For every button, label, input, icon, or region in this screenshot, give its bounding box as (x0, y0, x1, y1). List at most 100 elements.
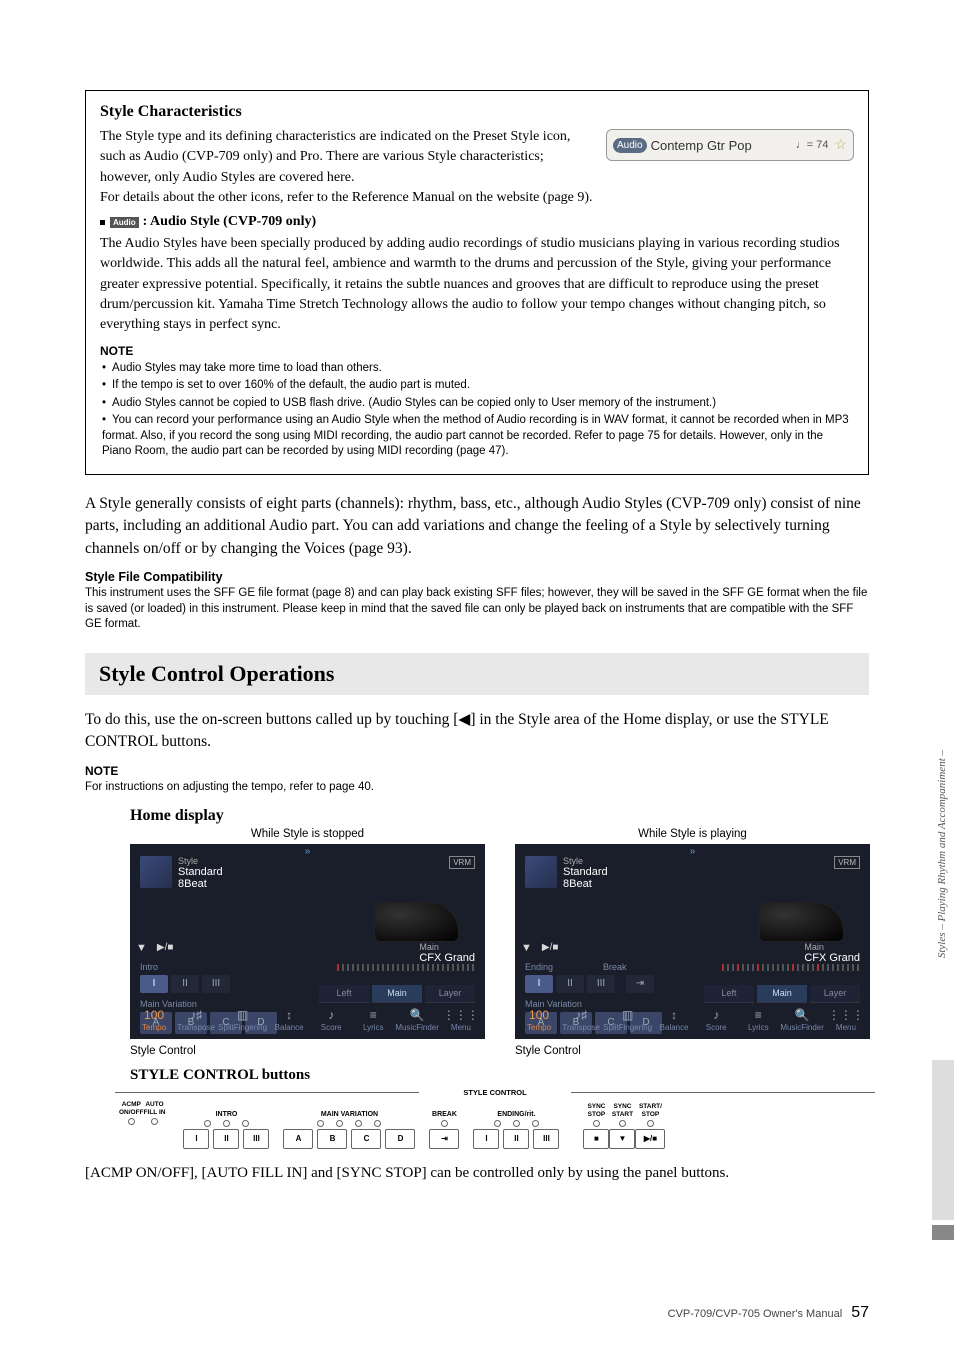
style-characteristics-text-2: For details about the other icons, refer… (100, 188, 854, 208)
start-stop-led-icon (647, 1120, 654, 1127)
tempo-menu-button[interactable]: 100Tempo (519, 1005, 559, 1035)
var-a-panel-button[interactable]: A (283, 1129, 313, 1149)
ending-i-panel-button[interactable]: I (473, 1129, 499, 1149)
page-number: 57 (851, 1304, 869, 1321)
screen-caption-playing: While Style is playing (515, 828, 870, 840)
score-menu-button[interactable]: ♪Score (696, 1005, 736, 1035)
intro-iii-led-icon (242, 1120, 249, 1127)
style-characteristics-heading: Style Characteristics (100, 103, 854, 121)
balance-menu-button[interactable]: ↕Balance (654, 1005, 694, 1035)
piano-icon (374, 902, 459, 942)
auto-fillin-label: AUTO FILL IN (144, 1101, 166, 1116)
acmp-led-icon (128, 1118, 135, 1125)
intro-iii-panel-button[interactable]: III (243, 1129, 269, 1149)
left-part-button[interactable]: Left (319, 985, 369, 1003)
var-d-panel-button[interactable]: D (385, 1129, 415, 1149)
transpose-menu-button[interactable]: ♪♯Transpose (176, 1005, 216, 1035)
music-finder-menu-button[interactable]: 🔍MusicFinder (395, 1005, 439, 1035)
style-control-operations-heading: Style Control Operations (99, 661, 855, 687)
ending-i-button[interactable]: I (525, 975, 553, 993)
note-heading-2: NOTE (85, 764, 869, 778)
sync-start-panel-button[interactable]: ▼ (609, 1129, 635, 1149)
intro-i-led-icon (204, 1120, 211, 1127)
expand-arrow-icon[interactable]: » (305, 846, 311, 857)
style-thumb-icon[interactable] (140, 856, 172, 888)
style-control-intro: To do this, use the on-screen buttons ca… (85, 709, 869, 754)
vrm-badge: VRM (834, 856, 860, 869)
split-fingering-menu-button[interactable]: ▥SplitFingering (218, 1005, 267, 1035)
split-fingering-menu-button[interactable]: ▥SplitFingering (603, 1005, 652, 1035)
lyrics-menu-button[interactable]: ≡Lyrics (738, 1005, 778, 1035)
music-finder-menu-button[interactable]: 🔍MusicFinder (780, 1005, 824, 1035)
vrm-badge: VRM (449, 856, 475, 869)
tempo-menu-button[interactable]: 100Tempo (134, 1005, 174, 1035)
ending-iii-button[interactable]: III (587, 975, 615, 993)
intro-i-button[interactable]: I (140, 975, 168, 993)
menu-button[interactable]: ⋮⋮⋮Menu (826, 1005, 866, 1035)
menu-button[interactable]: ⋮⋮⋮Menu (441, 1005, 481, 1035)
intro-ii-panel-button[interactable]: II (213, 1129, 239, 1149)
style-thumb-icon[interactable] (525, 856, 557, 888)
main-voice-area[interactable]: Main CFX Grand (374, 899, 475, 964)
break-panel-button[interactable]: ⇥ (429, 1129, 459, 1149)
page-footer: CVP-709/CVP-705 Owner's Manual 57 (668, 1304, 869, 1322)
intro-ii-button[interactable]: II (171, 975, 199, 993)
audio-style-description: The Audio Styles have been specially pro… (100, 234, 854, 335)
style-control-caption: Style Control (130, 1045, 485, 1057)
sync-stop-panel-button[interactable]: ■ (583, 1129, 609, 1149)
break-button[interactable]: ⇥ (626, 975, 654, 993)
ending-ii-panel-button[interactable]: II (503, 1129, 529, 1149)
note-item: You can record your performance using an… (102, 413, 854, 460)
lyrics-menu-button[interactable]: ≡Lyrics (353, 1005, 393, 1035)
var-c-panel-button[interactable]: C (351, 1129, 381, 1149)
intro-group-label: INTRO (216, 1111, 238, 1118)
auto-fillin-led-icon (151, 1118, 158, 1125)
expand-arrow-icon[interactable]: » (690, 846, 696, 857)
intro-iii-button[interactable]: III (202, 975, 230, 993)
ending-iii-panel-button[interactable]: III (533, 1129, 559, 1149)
panel-only-note: [ACMP ON/OFF], [AUTO FILL IN] and [SYNC … (85, 1165, 869, 1182)
score-menu-button[interactable]: ♪Score (311, 1005, 351, 1035)
main-part-button[interactable]: Main (757, 985, 807, 1003)
panel-title: STYLE CONTROL (459, 1088, 530, 1097)
main-part-button[interactable]: Main (372, 985, 422, 1003)
sync-stop-icon[interactable]: ▼ (136, 942, 147, 954)
bullet-icon (100, 220, 105, 225)
start-stop-icon[interactable]: ▶/■ (157, 942, 174, 954)
intro-i-panel-button[interactable]: I (183, 1129, 209, 1149)
style-characteristics-box: Style Characteristics Audio Contemp Gtr … (85, 90, 869, 475)
layer-part-button[interactable]: Layer (425, 985, 475, 1003)
left-part-button[interactable]: Left (704, 985, 754, 1003)
break-led-icon (441, 1120, 448, 1127)
note-item: Audio Styles may take more time to load … (102, 361, 854, 377)
ending-group-label: ENDING/rit. (497, 1111, 535, 1118)
preset-style-icon-example: Audio Contemp Gtr Pop ♩= 74 ☆ (606, 129, 854, 161)
sync-stop-label: SYNC STOP (587, 1103, 605, 1118)
screen-caption-stopped: While Style is stopped (130, 828, 485, 840)
ending-ii-button[interactable]: II (556, 975, 584, 993)
section-heading-bar: Style Control Operations (85, 653, 869, 695)
var-d-led-icon (374, 1120, 381, 1127)
main-variation-group-label: MAIN VARIATION (321, 1111, 378, 1118)
var-b-led-icon (336, 1120, 343, 1127)
home-display-stopped: » Style Standard 8Beat VRM Main (130, 844, 485, 1039)
home-display-playing: » Style Standard 8Beat VRM Main (515, 844, 870, 1039)
sync-start-label: SYNC START (612, 1103, 633, 1118)
transpose-menu-button[interactable]: ♪♯Transpose (561, 1005, 601, 1035)
audio-badge-icon: Audio (613, 138, 647, 153)
balance-menu-button[interactable]: ↕Balance (269, 1005, 309, 1035)
layer-part-button[interactable]: Layer (810, 985, 860, 1003)
ending-ii-led-icon (513, 1120, 520, 1127)
audio-mini-badge-icon: Audio (110, 217, 139, 228)
sync-stop-icon[interactable]: ▼ (521, 942, 532, 954)
start-stop-icon[interactable]: ▶/■ (542, 942, 559, 954)
var-b-panel-button[interactable]: B (317, 1129, 347, 1149)
sync-start-led-icon (619, 1120, 626, 1127)
favorite-star-icon: ☆ (834, 137, 847, 154)
break-label: Break (603, 962, 627, 972)
start-stop-panel-button[interactable]: ▶/■ (635, 1129, 665, 1149)
main-voice-area[interactable]: Main CFX Grand (759, 899, 860, 964)
audio-style-heading: Audio : Audio Style (CVP-709 only) (100, 214, 854, 230)
ending-iii-led-icon (532, 1120, 539, 1127)
tempo-indicator: ♩= 74 (796, 139, 829, 151)
